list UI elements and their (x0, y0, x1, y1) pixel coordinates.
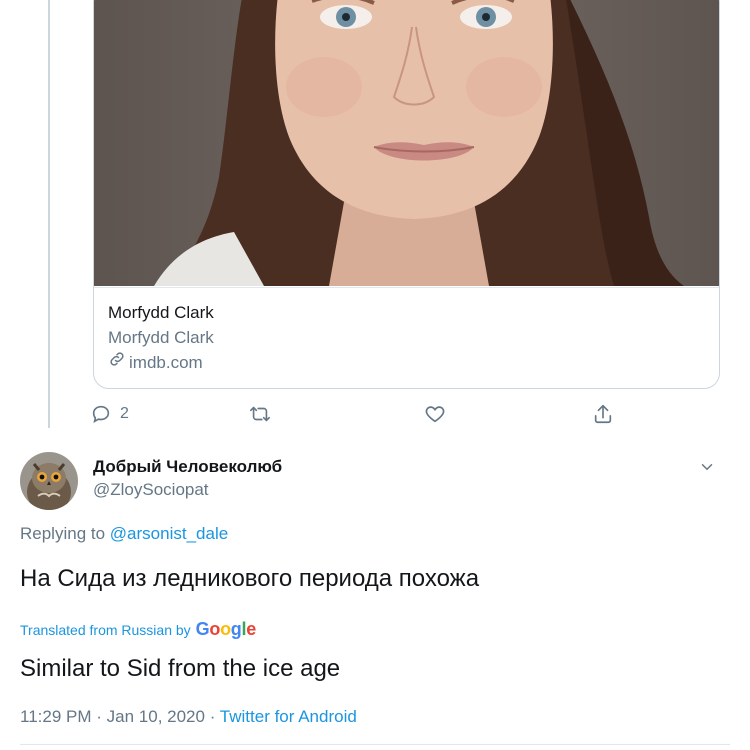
tweet-text: На Сида из ледникового периода похожа (20, 565, 480, 592)
thread-connector-line (48, 0, 50, 428)
reply-action[interactable]: 2 (90, 398, 129, 430)
share-icon (592, 403, 614, 425)
chevron-down-icon[interactable] (698, 458, 716, 476)
tweet-thread-page: Morfydd Clark Morfydd Clark imdb.com 2 Д… (0, 0, 750, 750)
tweet-source[interactable]: Twitter for Android (220, 707, 357, 726)
link-preview-domain: imdb.com (108, 350, 705, 375)
replying-to-mention[interactable]: @arsonist_dale (110, 524, 228, 543)
meta-separator: · (96, 707, 102, 726)
divider (20, 744, 730, 745)
reply-count: 2 (120, 405, 129, 422)
author-block[interactable]: Добрый Человеколюб @ZloySociopat (93, 456, 282, 502)
portrait-illustration (154, 0, 684, 286)
tweet-meta: 11:29 PM · Jan 10, 2020 · Twitter for An… (20, 707, 357, 727)
translated-label: Translated from Russian by (20, 622, 191, 638)
retweet-action[interactable] (248, 398, 272, 430)
translated-text: Similar to Sid from the ice age (20, 655, 341, 682)
link-domain-text: imdb.com (129, 353, 203, 372)
avatar[interactable] (20, 452, 78, 510)
share-action[interactable] (592, 398, 614, 430)
author-display-name[interactable]: Добрый Человеколюб (93, 456, 282, 478)
link-preview-text[interactable]: Morfydd Clark Morfydd Clark imdb.com (94, 287, 719, 388)
focused-tweet: Добрый Человеколюб @ZloySociopat Replyin… (0, 440, 750, 750)
tweet-time[interactable]: 11:29 PM (20, 707, 92, 726)
link-preview-card[interactable]: Morfydd Clark Morfydd Clark imdb.com (93, 0, 720, 389)
meta-separator-2: · (209, 707, 216, 726)
reply-icon (90, 403, 112, 425)
heart-icon (424, 403, 446, 425)
replying-to: Replying to @arsonist_dale (20, 524, 228, 544)
owl-avatar-image (20, 452, 78, 510)
replying-to-label: Replying to (20, 524, 106, 543)
link-preview-description: Morfydd Clark (108, 328, 214, 347)
like-action[interactable] (424, 398, 446, 430)
translation-attribution[interactable]: Translated from Russian by Google (20, 619, 256, 640)
retweet-icon (248, 403, 272, 425)
tweet-date[interactable]: Jan 10, 2020 (107, 707, 205, 726)
google-logo: Google (195, 619, 257, 639)
parent-tweet-actions: 2 (90, 398, 630, 430)
link-preview-title: Morfydd Clark (108, 303, 214, 322)
link-icon (108, 350, 126, 375)
author-handle[interactable]: @ZloySociopat (93, 478, 282, 502)
link-preview-image[interactable] (94, 0, 719, 286)
